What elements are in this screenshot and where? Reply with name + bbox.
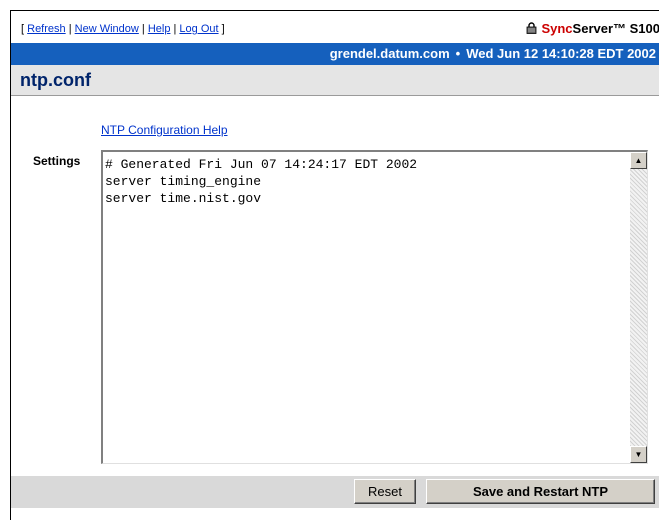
help-link[interactable]: Help — [148, 23, 171, 35]
divider — [11, 95, 659, 96]
lock-icon — [526, 22, 537, 37]
app-frame: [ Refresh | New Window | Help | Log Out … — [10, 10, 659, 520]
link-separator: | — [68, 23, 72, 35]
ntp-help-link[interactable]: NTP Configuration Help — [101, 123, 228, 137]
top-bar: [ Refresh | New Window | Help | Log Out … — [11, 11, 659, 43]
reset-button[interactable]: Reset — [354, 479, 416, 504]
settings-text[interactable]: # Generated Fri Jun 07 14:24:17 EDT 2002… — [103, 152, 630, 463]
button-bar: Reset Save and Restart NTP — [11, 476, 659, 508]
scroll-down-icon[interactable]: ▼ — [630, 446, 647, 463]
new-window-link[interactable]: New Window — [75, 23, 139, 35]
link-separator: | — [173, 23, 177, 35]
top-links: [ Refresh | New Window | Help | Log Out … — [21, 23, 225, 35]
status-bar: grendel.datum.com • Wed Jun 12 14:10:28 ED… — [11, 43, 659, 65]
open-bracket: [ — [21, 23, 25, 35]
brand-logo: SyncServer™ S100 — [526, 21, 659, 37]
hostname: grendel.datum.com — [329, 46, 450, 61]
bullet-separator: • — [455, 46, 461, 61]
save-restart-button[interactable]: Save and Restart NTP — [426, 479, 655, 504]
brand-sync: Sync — [541, 21, 573, 36]
close-bracket: ] — [221, 23, 225, 35]
settings-label: Settings — [33, 154, 81, 168]
settings-textarea[interactable]: # Generated Fri Jun 07 14:24:17 EDT 2002… — [101, 150, 648, 464]
page-title-bar: ntp.conf — [11, 65, 659, 95]
page-title: ntp.conf — [20, 70, 91, 90]
refresh-link[interactable]: Refresh — [27, 23, 66, 35]
datetime: Wed Jun 12 14:10:28 EDT 2002 — [466, 46, 656, 61]
brand-product: Server™ S100 — [572, 21, 659, 36]
scroll-up-icon[interactable]: ▲ — [630, 152, 647, 169]
vertical-scrollbar[interactable]: ▲ ▼ — [630, 152, 647, 463]
log-out-link[interactable]: Log Out — [179, 23, 218, 35]
link-separator: | — [141, 23, 145, 35]
